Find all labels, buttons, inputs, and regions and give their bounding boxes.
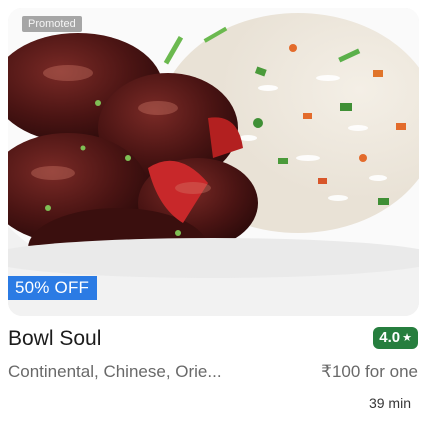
- offer-badge: 50% OFF: [8, 276, 98, 300]
- rating-value: 4.0: [379, 329, 401, 346]
- restaurant-card[interactable]: Promoted 50% OFF Bowl Soul 4.0 ★ Contine…: [0, 0, 421, 437]
- food-photo: [8, 8, 419, 316]
- restaurant-name[interactable]: Bowl Soul: [8, 326, 101, 352]
- restaurant-image[interactable]: Promoted 50% OFF: [8, 8, 419, 316]
- star-icon: ★: [402, 332, 412, 344]
- price-for-one: ₹100 for one: [321, 362, 418, 381]
- delivery-time: 39 min: [368, 395, 411, 411]
- rating-badge: 4.0 ★: [373, 327, 418, 349]
- cuisine-list: Continental, Chinese, Orie...: [8, 362, 222, 381]
- promoted-badge: Promoted: [22, 16, 82, 32]
